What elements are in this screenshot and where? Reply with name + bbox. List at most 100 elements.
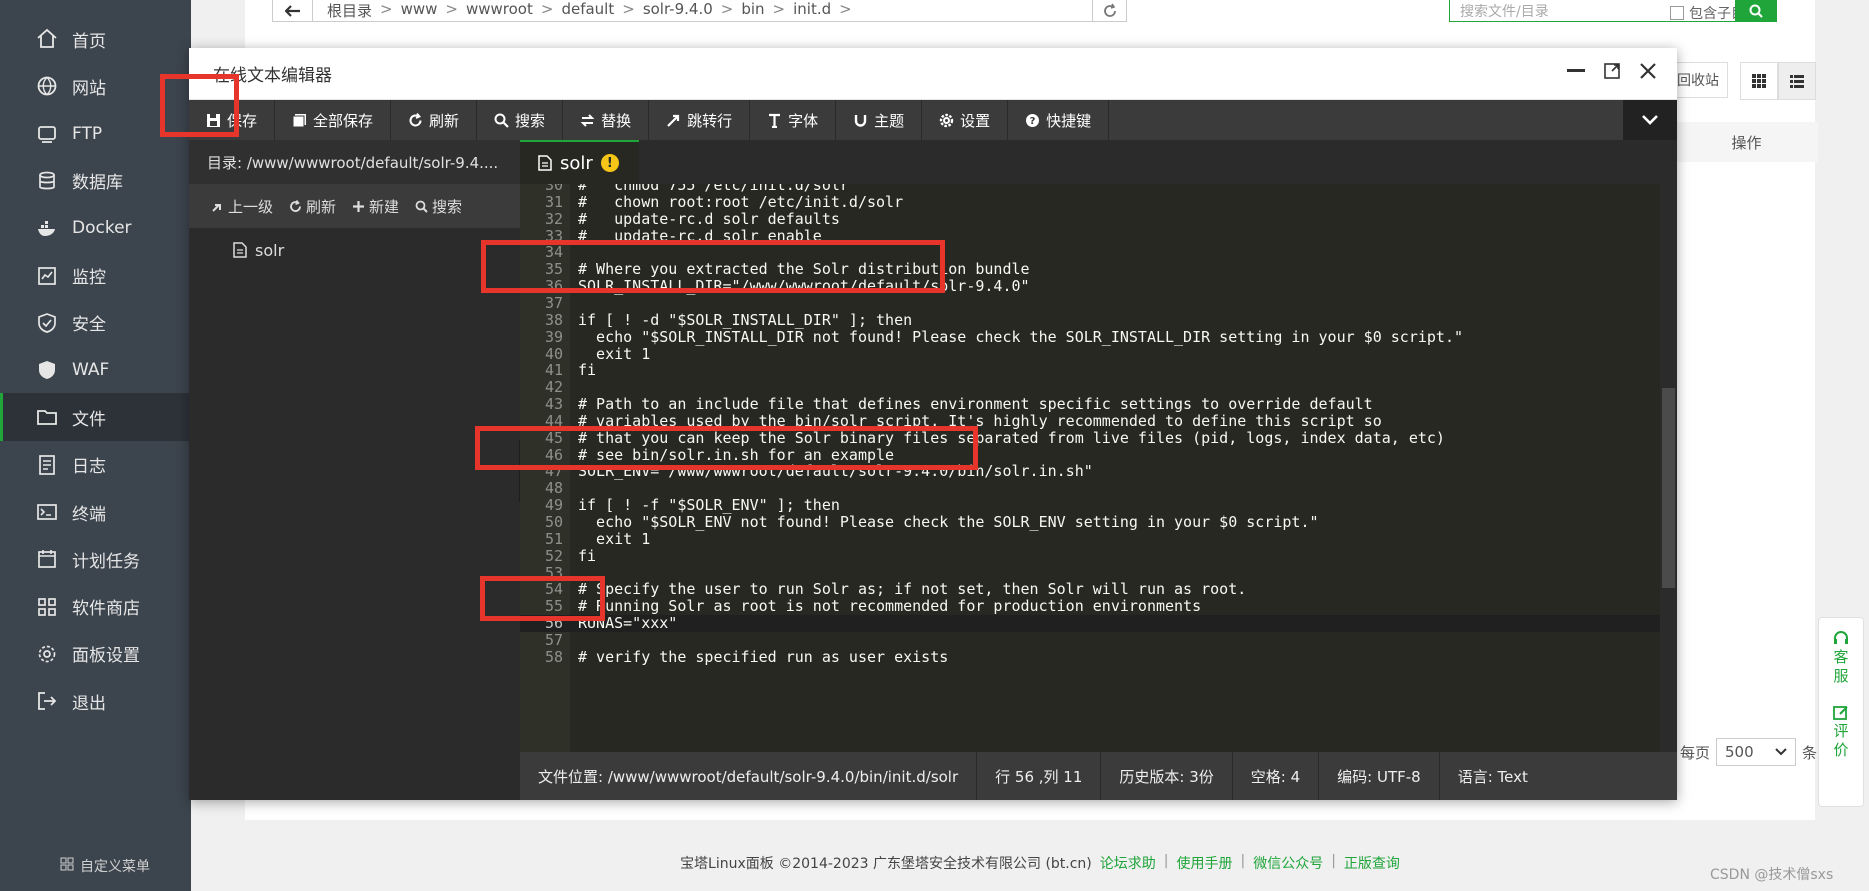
customer-service-button[interactable]: 客服 (1832, 630, 1850, 686)
breadcrumb-item[interactable]: default (561, 0, 614, 21)
toolbar-replace-button[interactable]: 替换 (563, 100, 650, 140)
directory-path: 目录: /www/wwwroot/default/solr-9.4.... (189, 140, 520, 184)
sidebar-item-13[interactable]: 面板设置 (0, 630, 191, 678)
sidebar-item-12[interactable]: 软件商店 (0, 583, 191, 631)
file-item-label: solr (255, 240, 285, 260)
sidebar-item-9[interactable]: 日志 (0, 441, 191, 489)
sidebar-item-5[interactable]: 监控 (0, 252, 191, 300)
sidebar-item-14[interactable]: 退出 (0, 677, 191, 725)
code-scrollbar[interactable] (1660, 184, 1677, 752)
file-icon (538, 155, 552, 171)
dir-action-refresh[interactable]: 刷新 (289, 196, 336, 217)
toolbar-label: 全部保存 (313, 111, 374, 130)
list-view-button[interactable] (1778, 62, 1816, 100)
scrollbar-thumb[interactable] (1662, 388, 1675, 588)
help-icon: ? (1026, 113, 1040, 127)
breadcrumb-item[interactable]: solr-9.4.0 (643, 0, 713, 21)
sidebar-item-7[interactable]: WAF (0, 346, 191, 394)
file-search-button[interactable] (1735, 0, 1777, 22)
sidebar-item-6[interactable]: 安全 (0, 299, 191, 347)
gear-icon (939, 113, 954, 127)
toolbar-collapse-button[interactable] (1623, 100, 1677, 140)
sidebar-item-10[interactable]: 终端 (0, 488, 191, 536)
status-indent[interactable]: 空格: 4 (1233, 752, 1320, 800)
sidebar-item-label: 日志 (72, 457, 106, 478)
status-language[interactable]: 语言: Text (1440, 752, 1546, 800)
page-size-select[interactable]: 500 (1716, 738, 1797, 766)
toolbar-refresh-button[interactable]: 刷新 (391, 100, 478, 140)
code-line: 43 # Path to an include file that defines… (520, 396, 1660, 413)
sidebar-item-4[interactable]: Docker (0, 204, 191, 252)
path-bar[interactable]: 根目录 > www > wwwroot > default > solr-9.4.0 > bin > i… (272, 0, 1127, 22)
toolbar-help-button[interactable]: ? 快捷键 (1008, 100, 1110, 140)
recycle-bin-button[interactable]: 回收站 (1668, 62, 1728, 98)
review-button[interactable]: 评价 (1832, 704, 1850, 760)
breadcrumb-separator: > (380, 0, 393, 18)
toolbar-search-button[interactable]: 搜索 (477, 100, 564, 140)
back-button[interactable] (273, 0, 313, 22)
sidebar-item-0[interactable]: 首页 (0, 15, 191, 63)
line-number: 41 (544, 361, 563, 380)
dir-action-up-arrow[interactable]: 上一级 (211, 196, 273, 217)
highlight-save (160, 74, 239, 137)
toolbar-jump-button[interactable]: 跳转行 (649, 100, 751, 140)
folder-icon (36, 406, 58, 428)
footer-link[interactable]: 正版查询 (1344, 853, 1400, 873)
footer-link[interactable]: 论坛求助 (1100, 853, 1156, 873)
breadcrumb-item[interactable]: init.d (793, 0, 831, 21)
grid-icon (60, 857, 74, 875)
toolbar-gear-button[interactable]: 设置 (922, 100, 1009, 140)
status-history[interactable]: 历史版本: 3份 (1101, 752, 1233, 800)
line-text: echo "$SOLR_INSTALL_DIR not found! Pleas… (578, 327, 1464, 346)
watermark: CSDN @技术僧sxs (1710, 867, 1834, 883)
grid-icon (36, 596, 58, 618)
up-arrow-icon (212, 203, 221, 212)
page-size-label: 每页 (1680, 743, 1711, 762)
log-icon (36, 454, 58, 476)
toolbar-save-all-button[interactable]: 全部保存 (275, 100, 392, 140)
replace-icon (580, 113, 595, 127)
file-item-solr[interactable]: solr (189, 230, 520, 270)
sidebar-item-label: 终端 (72, 504, 106, 525)
breadcrumb-separator: > (772, 0, 786, 18)
code-line: 53 (520, 564, 1660, 582)
maximize-icon[interactable] (1603, 62, 1621, 80)
path-refresh-button[interactable] (1092, 0, 1126, 22)
breadcrumb-item[interactable]: 根目录 (327, 0, 372, 21)
minimize-icon[interactable] (1567, 69, 1585, 73)
line-number: 31 (544, 192, 563, 211)
breadcrumb-item[interactable]: bin (741, 0, 764, 21)
file-search-input[interactable]: 搜索文件/目录 包含子目录 (1449, 0, 1777, 22)
shield-icon (36, 312, 58, 334)
sidebar-item-3[interactable]: 数据库 (0, 157, 191, 205)
toolbar-font-button[interactable]: 字体 (750, 100, 837, 140)
grid-view-button[interactable] (1740, 62, 1778, 100)
terminal-icon (36, 501, 58, 523)
dir-action-label: 刷新 (306, 197, 337, 216)
sidebar-item-8[interactable]: 文件 (0, 393, 191, 442)
footer-link[interactable]: 微信公众号 (1253, 853, 1323, 873)
line-number: 32 (544, 209, 563, 228)
footer-link[interactable]: 使用手册 (1176, 853, 1232, 873)
refresh-icon (409, 112, 422, 126)
toolbar-theme-button[interactable]: 主题 (836, 100, 923, 140)
custom-menu-link[interactable]: 自定义菜单 (60, 856, 150, 876)
line-number: 43 (544, 395, 563, 414)
breadcrumb-item[interactable]: wwwroot (466, 0, 533, 21)
sidebar-item-11[interactable]: 计划任务 (0, 535, 191, 583)
headset-icon (1834, 631, 1848, 644)
code-line: 48 (520, 480, 1660, 497)
code-line: 52 fi (520, 547, 1660, 565)
breadcrumb-item[interactable]: www (401, 0, 438, 21)
close-icon[interactable] (1639, 62, 1657, 80)
line-number: 38 (544, 310, 563, 329)
dir-action-search[interactable]: 搜索 (415, 196, 462, 217)
status-encoding[interactable]: 编码: UTF-8 (1319, 752, 1440, 800)
actions-column-header: 操作 (1675, 122, 1818, 162)
code-line: 58 # verify the specified run as user exi… (520, 648, 1660, 666)
code-line: 57 (520, 631, 1660, 649)
ftp-icon (36, 123, 58, 145)
chevron-down-icon (1775, 748, 1787, 756)
tab-solr[interactable]: solr ! (520, 140, 639, 184)
dir-action-plus[interactable]: 新建 (352, 196, 399, 217)
